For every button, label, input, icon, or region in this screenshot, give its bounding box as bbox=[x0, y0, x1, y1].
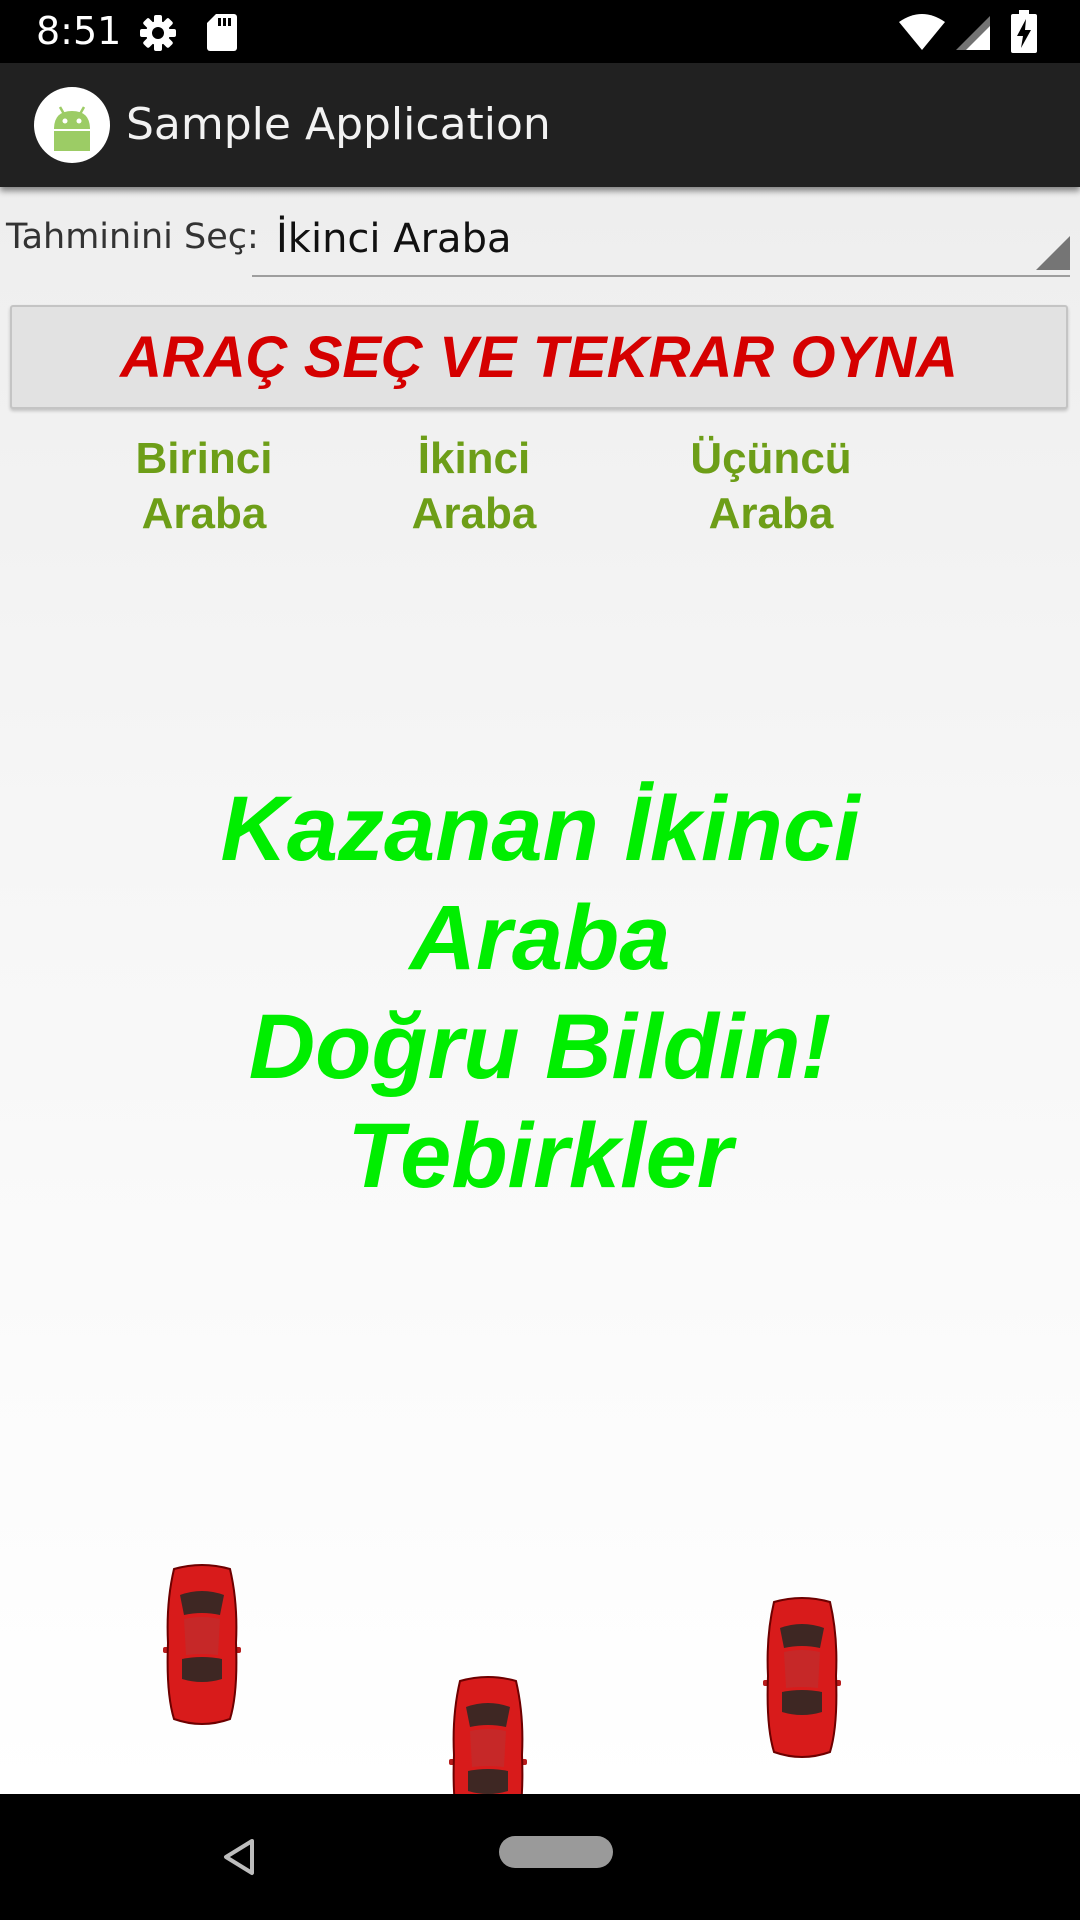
result-message: Kazanan İkinci Araba Doğru Bildin! Tebir… bbox=[220, 778, 860, 1207]
prediction-label: Tahminini Seç: bbox=[6, 217, 259, 257]
game-content: Tahminini Seç: İkinci Araba ARAÇ SEÇ VE … bbox=[0, 187, 1080, 1794]
app-bar: Sample Application bbox=[0, 63, 1080, 187]
car-3 bbox=[760, 1596, 844, 1765]
prediction-spinner[interactable]: İkinci Araba bbox=[252, 205, 1070, 277]
android-robot-icon bbox=[34, 87, 110, 163]
play-again-button[interactable]: ARAÇ SEÇ VE TEKRAR OYNA bbox=[10, 305, 1068, 409]
navigation-bar bbox=[0, 1794, 1080, 1920]
column-label-third: Üçüncü Araba bbox=[690, 434, 852, 538]
prediction-selected-value: İkinci Araba bbox=[276, 216, 512, 262]
car-1 bbox=[160, 1563, 244, 1732]
gear-icon bbox=[138, 13, 178, 58]
column-label-second: İkinci Araba bbox=[411, 434, 537, 538]
app-title: Sample Application bbox=[126, 99, 551, 150]
status-bar: 8:51 bbox=[0, 0, 1080, 63]
dropdown-arrow-icon bbox=[1036, 236, 1070, 275]
wifi-icon bbox=[898, 14, 946, 57]
back-icon[interactable] bbox=[222, 1838, 256, 1881]
battery-charging-icon bbox=[1010, 10, 1038, 59]
column-label-first: Birinci Araba bbox=[135, 434, 273, 538]
home-pill-icon[interactable] bbox=[499, 1836, 613, 1868]
car-2 bbox=[446, 1675, 530, 1794]
signal-icon bbox=[956, 14, 992, 57]
sd-card-icon bbox=[206, 12, 238, 57]
status-time: 8:51 bbox=[36, 9, 122, 53]
